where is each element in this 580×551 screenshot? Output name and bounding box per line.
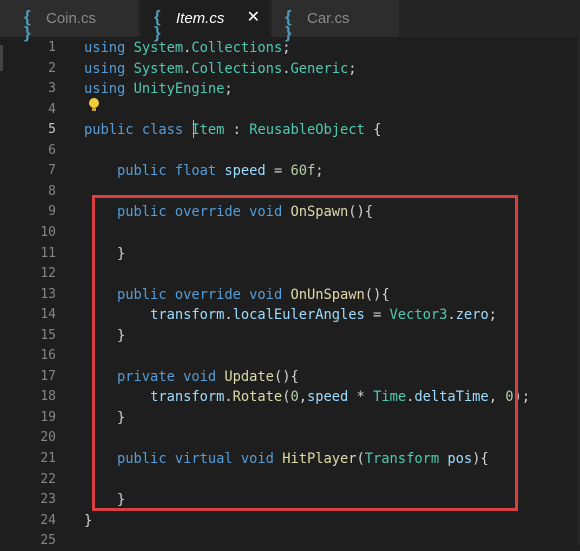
line-number: 13 — [40, 286, 56, 302]
csharp-file-icon: { } — [24, 7, 31, 42]
line-number: 25 — [40, 533, 56, 549]
text-cursor — [193, 120, 194, 138]
line-number: 21 — [40, 451, 56, 466]
close-icon[interactable]: ✕ — [247, 7, 260, 27]
tab-bar: { } Coin.cs { } Item.cs ✕ { } Car.cs — [0, 0, 580, 42]
tab-label: Car.cs — [307, 10, 350, 27]
line-number: 17 — [40, 368, 56, 384]
line-number: 9 — [48, 204, 56, 220]
line-number: 1 — [48, 40, 56, 55]
code-line[interactable]: 1 using System.Collections; — [0, 38, 580, 58]
code-line[interactable]: 2 using System.Collections.Generic; — [0, 59, 580, 79]
code-line[interactable]: 25 — [0, 531, 580, 551]
line-number: 8 — [48, 183, 56, 199]
code-line[interactable]: 4 — [0, 100, 580, 120]
tab-coin-cs[interactable]: { } Coin.cs — [11, 0, 138, 42]
csharp-file-icon: { } — [285, 7, 292, 42]
line-number: 10 — [40, 224, 56, 240]
tab-strip-edge — [0, 0, 11, 37]
line-number: 24 — [40, 512, 56, 528]
code-text: public float speed = 60f; — [117, 163, 324, 180]
tab-item-cs[interactable]: { } Item.cs ✕ — [141, 0, 270, 42]
line-number: 3 — [48, 81, 56, 97]
line-number: 16 — [40, 348, 56, 364]
code-text: } — [84, 512, 93, 529]
line-number: 4 — [48, 101, 56, 117]
line-number: 11 — [40, 245, 56, 261]
tab-car-cs[interactable]: { } Car.cs — [272, 0, 399, 42]
line-number: 22 — [40, 471, 56, 487]
line-number: 19 — [40, 409, 56, 425]
code-line[interactable]: 24} — [0, 511, 580, 531]
code-line[interactable]: 5 public class Item : ReusableObject { — [0, 120, 580, 140]
code-line[interactable]: 3 using UnityEngine; — [0, 79, 580, 99]
line-number: 15 — [40, 327, 56, 343]
line-number: 7 — [48, 163, 56, 179]
line-number: 23 — [40, 492, 56, 508]
code-text: public class Item : ReusableObject { — [84, 122, 382, 139]
line-number: 5 — [48, 122, 56, 138]
line-number: 2 — [48, 60, 56, 76]
line-number: 14 — [40, 307, 56, 323]
code-text: using System.Collections; — [84, 40, 291, 56]
code-line[interactable]: 6 — [0, 141, 580, 161]
code-text: using UnityEngine; — [84, 81, 233, 98]
line-number: 20 — [40, 430, 56, 446]
line-number: 18 — [40, 389, 56, 405]
tab-label: Coin.cs — [46, 10, 97, 27]
code-line[interactable]: 7 public float speed = 60f; — [0, 161, 580, 181]
code-text: using System.Collections.Generic; — [84, 60, 357, 77]
csharp-file-icon: { } — [154, 7, 161, 42]
lightbulb-icon[interactable] — [89, 98, 99, 112]
annotation-highlight-box — [92, 195, 518, 511]
line-number: 6 — [48, 142, 56, 158]
line-number: 12 — [40, 266, 56, 282]
tab-label: Item.cs — [176, 10, 225, 27]
